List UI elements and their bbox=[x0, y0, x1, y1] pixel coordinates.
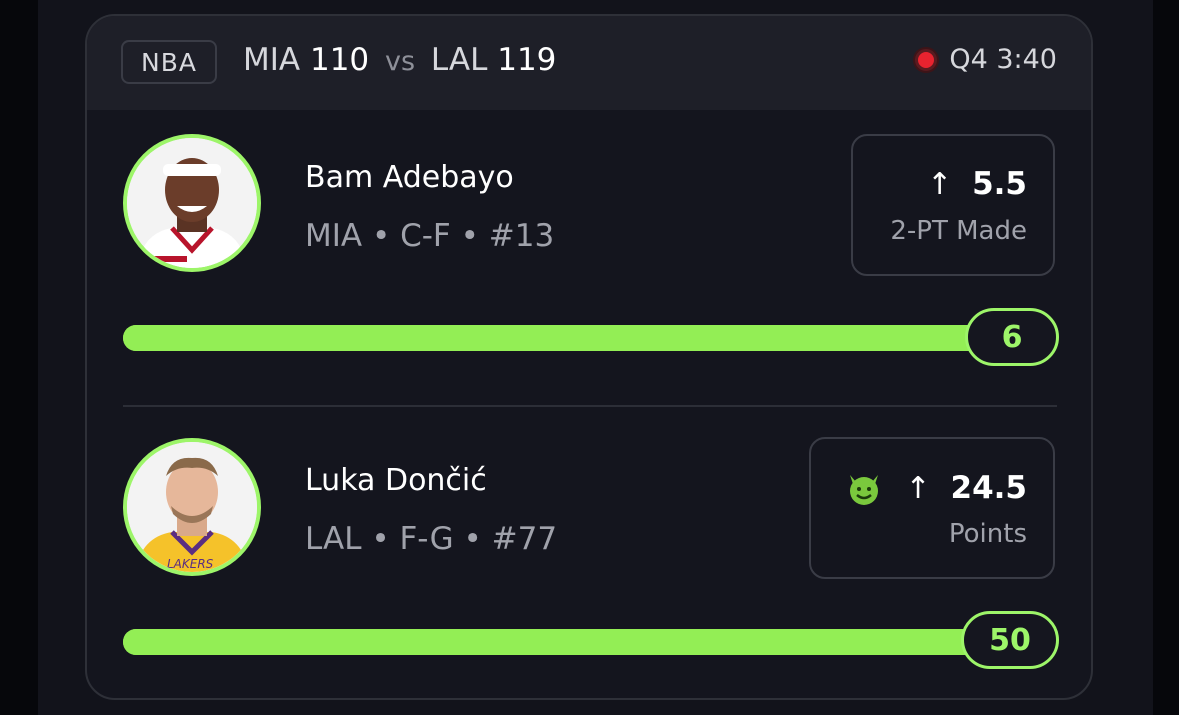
left-gutter bbox=[0, 0, 38, 715]
prop-line-value: 5.5 bbox=[972, 166, 1027, 202]
away-score: 110 bbox=[309, 42, 370, 78]
progress-value-pill: 6 bbox=[965, 308, 1059, 366]
live-clock: Q4 3:40 bbox=[915, 44, 1057, 75]
live-indicator-icon bbox=[915, 48, 938, 71]
prop-stat-label: 2-PT Made bbox=[890, 216, 1027, 246]
prop-line: ↑ 24.5 bbox=[845, 469, 1027, 507]
home-team: LAL bbox=[430, 42, 488, 78]
progress-fill bbox=[123, 629, 1005, 655]
arrow-up-icon: ↑ bbox=[905, 470, 931, 506]
vs-label: vs bbox=[385, 46, 416, 77]
player-meta: MIA • C-F • #13 bbox=[305, 218, 555, 254]
prop-line-value: 24.5 bbox=[950, 470, 1028, 506]
luka-doncic-headshot: LAKERS bbox=[127, 442, 257, 572]
game-props-card[interactable]: NBA MIA 110 vs LAL 119 Q4 3:40 Bam Adeba… bbox=[85, 14, 1093, 700]
right-gutter bbox=[1153, 0, 1179, 715]
game-clock: Q4 3:40 bbox=[949, 44, 1057, 75]
progress-value-pill: 50 bbox=[961, 611, 1059, 669]
progress-fill bbox=[123, 325, 1005, 351]
player-avatar[interactable] bbox=[123, 134, 261, 272]
svg-text:LAKERS: LAKERS bbox=[167, 557, 214, 571]
progress-track bbox=[123, 629, 1005, 655]
prop-stat-label: Points bbox=[948, 519, 1027, 549]
league-badge: NBA bbox=[121, 40, 217, 84]
home-score: 119 bbox=[497, 42, 557, 78]
matchup-score: MIA 110 vs LAL 119 bbox=[243, 42, 556, 78]
player-divider bbox=[123, 405, 1057, 407]
player-name: Bam Adebayo bbox=[305, 160, 514, 195]
game-header: NBA MIA 110 vs LAL 119 Q4 3:40 bbox=[87, 16, 1091, 110]
progress-track bbox=[123, 325, 1005, 351]
bam-adebayo-headshot bbox=[127, 138, 257, 268]
away-team: MIA bbox=[243, 42, 301, 78]
player-meta: LAL • F-G • #77 bbox=[305, 521, 558, 557]
devil-emoji-icon bbox=[845, 469, 883, 507]
prop-card[interactable]: ↑ 24.5 Points bbox=[809, 437, 1055, 579]
player-name: Luka Dončić bbox=[305, 463, 487, 498]
prop-card[interactable]: ↑ 5.5 2-PT Made bbox=[851, 134, 1055, 276]
player-avatar[interactable]: LAKERS bbox=[123, 438, 261, 576]
arrow-up-icon: ↑ bbox=[926, 166, 953, 202]
prop-line: ↑ 5.5 bbox=[927, 166, 1027, 202]
